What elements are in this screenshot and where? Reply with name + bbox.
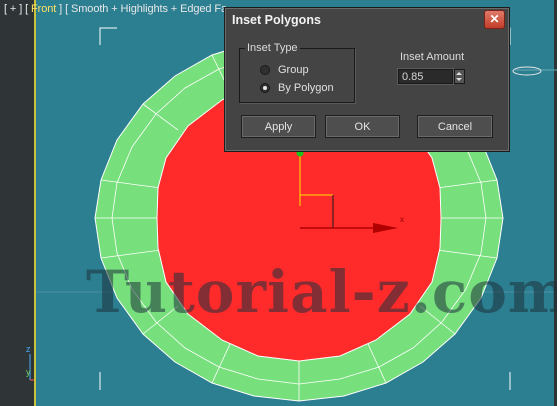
ok-button[interactable]: OK bbox=[325, 115, 400, 138]
inset-type-group: Inset Type Group By Polygon bbox=[239, 42, 355, 103]
radio-by-polygon-label[interactable]: By Polygon bbox=[278, 82, 334, 94]
radio-group[interactable]: Group bbox=[260, 64, 309, 76]
axis-y-label: y bbox=[26, 367, 31, 377]
inset-amount-input[interactable]: 0.85 bbox=[398, 69, 453, 84]
close-button[interactable]: ✕ bbox=[484, 10, 505, 29]
spinner-up-icon[interactable] bbox=[456, 72, 462, 75]
cancel-button[interactable]: Cancel bbox=[417, 115, 493, 138]
inset-type-legend: Inset Type bbox=[245, 42, 300, 54]
radio-group-label[interactable]: Group bbox=[278, 64, 309, 76]
watermark-text: Tutorial-z.com bbox=[86, 258, 557, 326]
spinner-down-icon[interactable] bbox=[456, 78, 462, 81]
apply-button[interactable]: Apply bbox=[241, 115, 316, 138]
axis-z-label: z bbox=[26, 344, 31, 354]
inset-polygons-dialog[interactable]: Inset Polygons ✕ Inset Type Group By Pol… bbox=[224, 7, 510, 152]
radio-by-polygon[interactable]: By Polygon bbox=[260, 82, 334, 94]
inset-amount-label: Inset Amount bbox=[400, 51, 465, 63]
radio-group-dot[interactable] bbox=[260, 65, 270, 75]
inset-amount-spinner[interactable] bbox=[454, 69, 465, 84]
radio-by-polygon-dot[interactable] bbox=[260, 83, 270, 93]
viewcube-icon[interactable] bbox=[512, 66, 542, 76]
gizmo-x-label: x bbox=[400, 215, 404, 224]
dialog-title: Inset Polygons bbox=[232, 13, 321, 27]
